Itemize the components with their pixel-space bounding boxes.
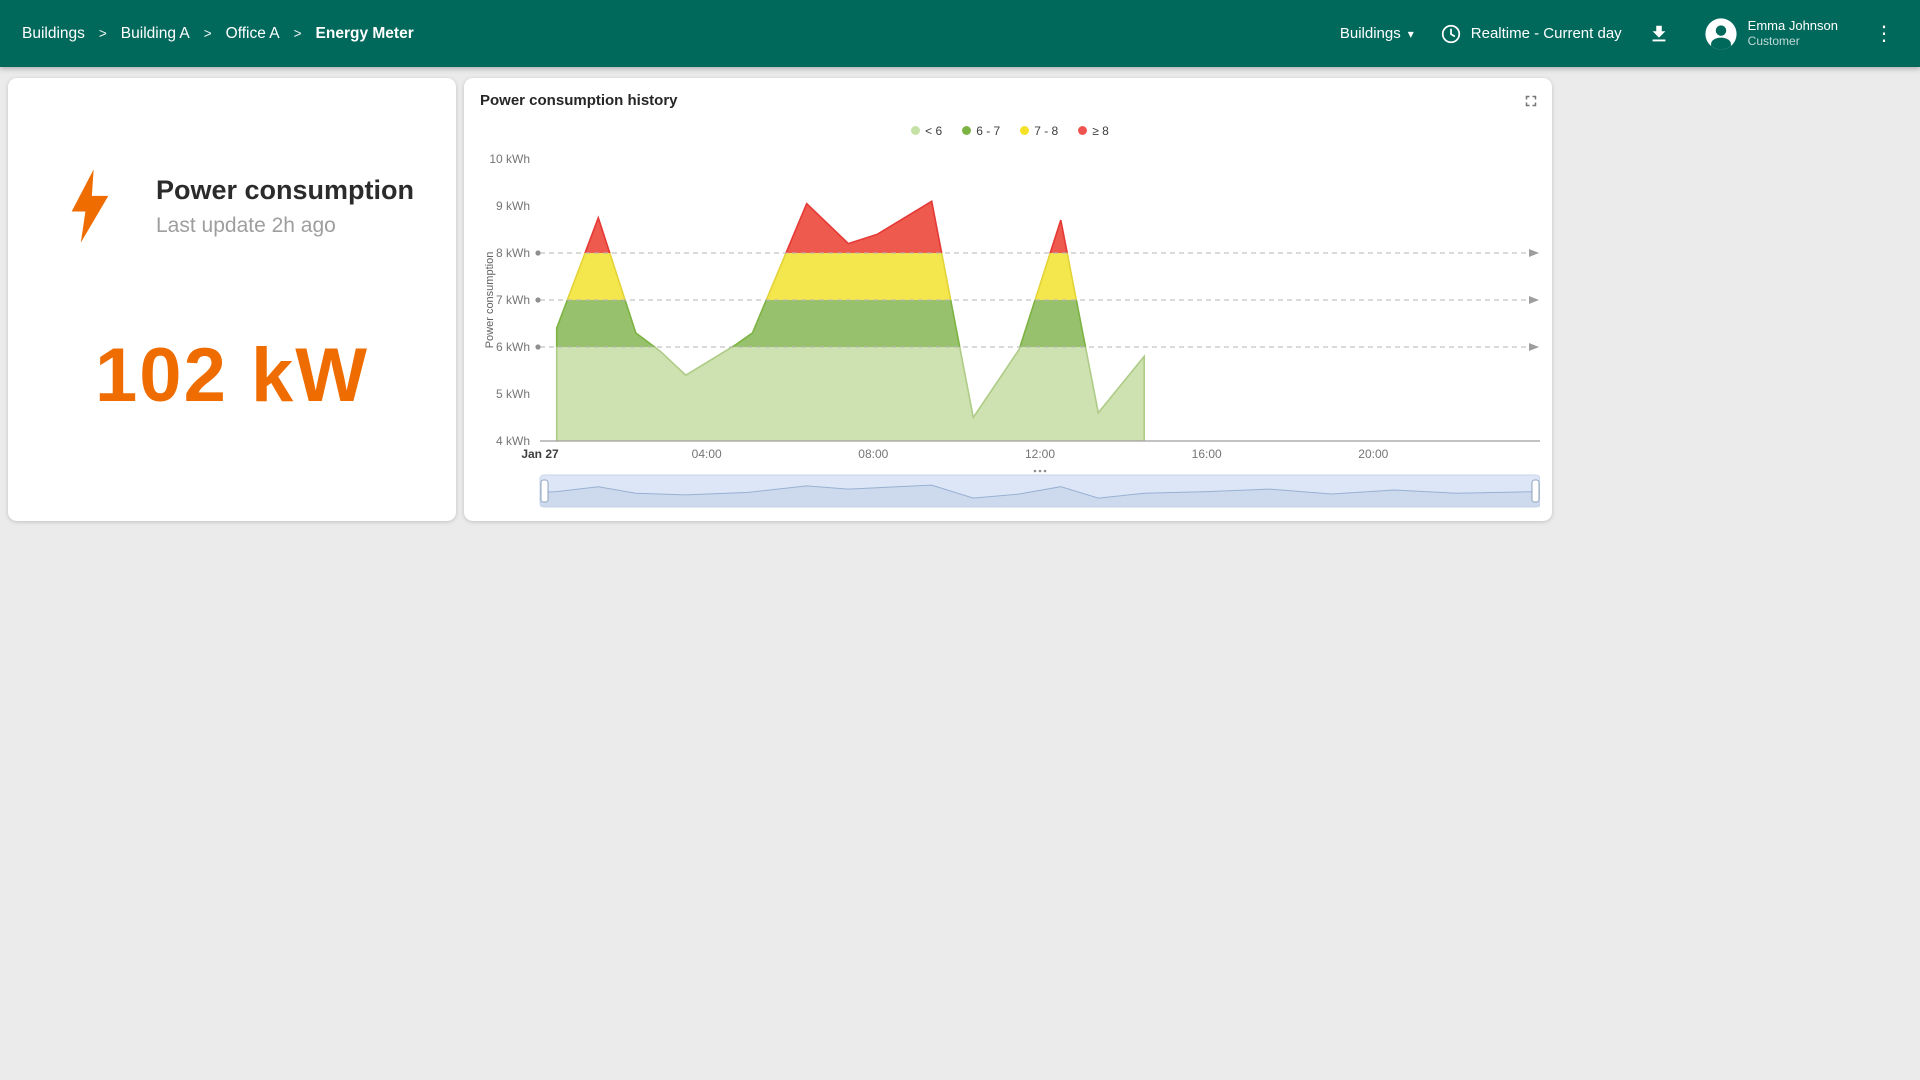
svg-text:4 kWh: 4 kWh	[496, 434, 530, 448]
chart-title: Power consumption history	[480, 92, 678, 109]
breadcrumb-separator: >	[204, 26, 212, 41]
svg-text:04:00: 04:00	[692, 447, 722, 461]
chart-range-selector[interactable]	[480, 467, 1540, 511]
breadcrumb-item-office-a[interactable]: Office A	[226, 25, 280, 43]
dashboard: Power consumption Last update 2h ago 102…	[0, 67, 1920, 532]
entity-dropdown-label: Buildings	[1340, 25, 1401, 42]
avatar	[1704, 17, 1738, 51]
breadcrumb-separator: >	[294, 26, 302, 41]
breadcrumb-item-building-a[interactable]: Building A	[121, 25, 190, 43]
breadcrumb-item-buildings[interactable]: Buildings	[22, 25, 85, 43]
svg-text:7 kWh: 7 kWh	[496, 293, 530, 307]
legend-dot	[911, 126, 920, 135]
user-name: Emma Johnson	[1748, 18, 1838, 34]
bolt-icon	[68, 168, 112, 244]
svg-text:9 kWh: 9 kWh	[496, 199, 530, 213]
timewindow-button[interactable]: Realtime - Current day	[1440, 23, 1622, 45]
legend-label: ≥ 8	[1092, 124, 1109, 138]
breadcrumb-item-energy-meter: Energy Meter	[316, 25, 414, 43]
svg-text:08:00: 08:00	[858, 447, 888, 461]
legend-item-3[interactable]: ≥ 8	[1078, 124, 1109, 138]
svg-text:16:00: 16:00	[1192, 447, 1222, 461]
svg-text:12:00: 12:00	[1025, 447, 1055, 461]
fullscreen-icon	[1522, 92, 1540, 110]
legend-item-1[interactable]: 6 - 7	[962, 124, 1000, 138]
power-card-title: Power consumption	[156, 174, 414, 208]
legend-dot	[1078, 126, 1087, 135]
svg-text:10 kWh: 10 kWh	[489, 152, 530, 166]
chevron-down-icon: ▾	[1408, 27, 1414, 41]
legend-item-2[interactable]: 7 - 8	[1020, 124, 1058, 138]
breadcrumb: Buildings > Building A > Office A > Ener…	[22, 25, 414, 43]
kebab-menu-icon: ⋮	[1874, 23, 1894, 45]
svg-text:8 kWh: 8 kWh	[496, 246, 530, 260]
download-icon	[1648, 23, 1670, 45]
download-button[interactable]	[1648, 23, 1670, 45]
svg-text:20:00: 20:00	[1358, 447, 1388, 461]
svg-text:Jan 27: Jan 27	[521, 447, 559, 461]
user-menu[interactable]: Emma Johnson Customer	[1704, 17, 1838, 51]
legend-label: < 6	[925, 124, 942, 138]
power-card-subtitle: Last update 2h ago	[156, 214, 414, 238]
timewindow-label: Realtime - Current day	[1471, 25, 1622, 42]
legend-item-0[interactable]: < 6	[911, 124, 942, 138]
more-menu-button[interactable]: ⋮	[1870, 21, 1898, 46]
legend-label: 7 - 8	[1034, 124, 1058, 138]
power-history-chart[interactable]: 10 kWh 9 kWh 8 kWh 7 kWh 6 kWh 5 kWh 4 kWhJan …	[480, 146, 1540, 461]
svg-text:Power consumption: Power consumption	[484, 252, 496, 349]
svg-text:5 kWh: 5 kWh	[496, 387, 530, 401]
breadcrumb-separator: >	[99, 26, 107, 41]
power-history-card: Power consumption history < 6 6 - 7 7 - 8 ≥…	[464, 78, 1552, 521]
user-role: Customer	[1748, 34, 1838, 49]
legend-label: 6 - 7	[976, 124, 1000, 138]
power-consumption-card: Power consumption Last update 2h ago 102…	[8, 78, 456, 521]
power-value: 102 kW	[8, 338, 456, 414]
chart-legend: < 6 6 - 7 7 - 8 ≥ 8	[480, 120, 1540, 146]
svg-text:6 kWh: 6 kWh	[496, 340, 530, 354]
clock-icon	[1440, 23, 1462, 45]
top-navbar: Buildings > Building A > Office A > Ener…	[0, 0, 1920, 67]
entity-dropdown[interactable]: Buildings ▾	[1340, 25, 1414, 42]
fullscreen-button[interactable]	[1522, 92, 1540, 110]
legend-dot	[1020, 126, 1029, 135]
legend-dot	[962, 126, 971, 135]
